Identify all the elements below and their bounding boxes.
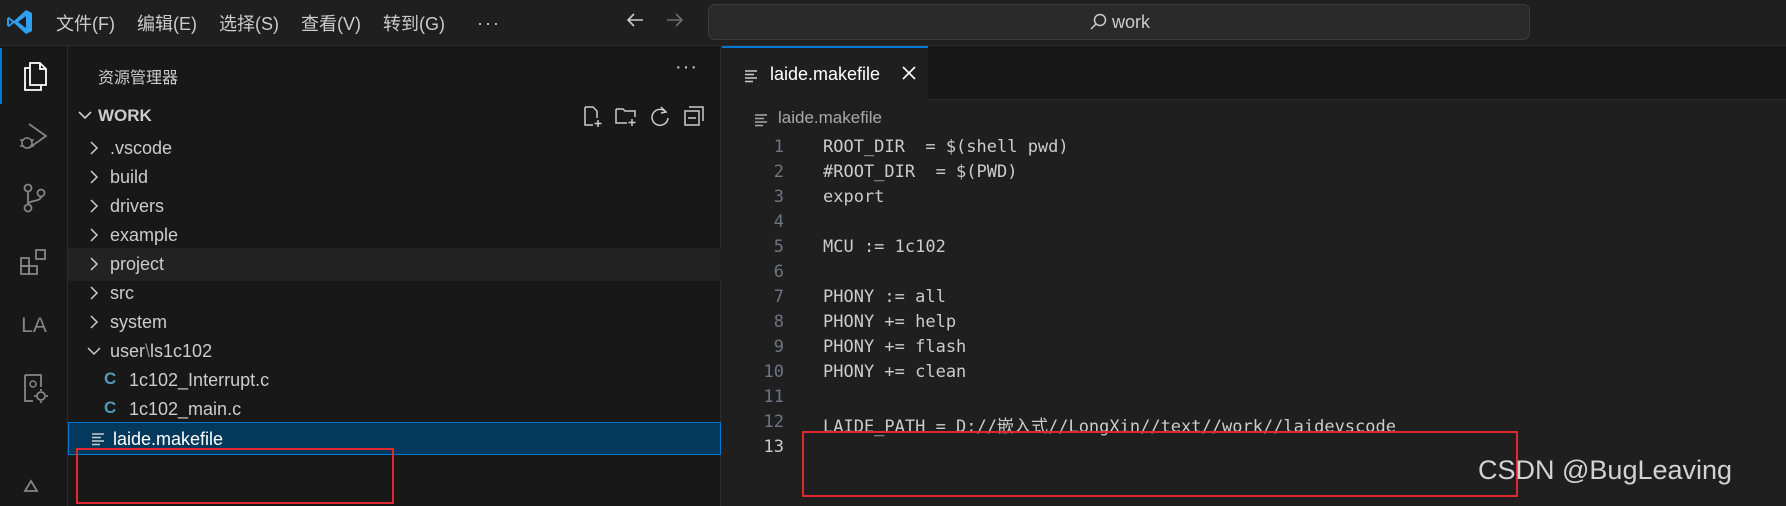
line-content: MCU := 1c102: [823, 237, 946, 257]
menu-edit[interactable]: 编辑(E): [137, 10, 197, 36]
chevron-right-icon: [90, 257, 99, 271]
extensions-icon: [20, 249, 46, 275]
line-number: 7: [773, 287, 784, 307]
tree-item-label: src: [110, 283, 134, 303]
line-number: 8: [773, 312, 784, 332]
command-center-search[interactable]: work: [708, 4, 1530, 40]
line-number: 10: [763, 362, 784, 382]
tree-item-label: project: [110, 254, 165, 274]
line-number: 6: [773, 262, 784, 282]
menu-view[interactable]: 查看(V): [301, 10, 361, 36]
tree-item-label: drivers: [110, 196, 165, 216]
activity-bar: LA: [0, 46, 68, 506]
line-content: PHONY += flash: [823, 337, 967, 357]
line-content: PHONY += help: [823, 312, 957, 332]
refresh-icon[interactable]: [648, 104, 672, 128]
explorer-sidebar: 资源管理器 ··· WORK .vscode build drivers exa…: [68, 46, 721, 506]
command-center-text: work: [1111, 11, 1150, 32]
makefile-icon: [745, 70, 757, 83]
makefile-icon: [755, 114, 767, 127]
tree-item-label: example: [110, 225, 179, 245]
makefile-icon: [92, 433, 104, 446]
line-number: 1: [773, 137, 784, 157]
watermark-text: CSDN @BugLeaving: [1478, 455, 1733, 485]
explorer-icon: [24, 62, 47, 91]
annotation-box-laide-path: [802, 431, 1518, 497]
line-number: 2: [773, 162, 784, 182]
line-content: #ROOT_DIR = $(PWD): [823, 162, 1018, 182]
tree-item-label: build: [110, 167, 149, 187]
tree-item-label: user\ls1c102: [110, 341, 212, 362]
activity-explorer[interactable]: [0, 48, 68, 104]
activity-run-debug[interactable]: [0, 108, 68, 164]
menu-selection[interactable]: 选择(S): [219, 10, 279, 36]
line-number: 5: [773, 237, 784, 257]
activity-remote-debug[interactable]: [0, 360, 68, 416]
collapse-all-icon[interactable]: [682, 104, 706, 128]
remote-debug-icon: [24, 374, 48, 403]
line-number: 3: [773, 187, 784, 207]
menu-file[interactable]: 文件(F): [56, 10, 115, 36]
activity-la[interactable]: LA: [0, 298, 68, 354]
activity-extensions[interactable]: [0, 234, 68, 290]
breadcrumb[interactable]: laide.makefile: [722, 100, 1786, 134]
line-content: ROOT_DIR = $(shell pwd): [823, 137, 1069, 157]
tree-item-label: 1c102_Interrupt.c: [129, 370, 270, 390]
chevron-right-icon: [90, 315, 99, 329]
line-content: PHONY := all: [823, 287, 946, 307]
chevron-right-icon: [90, 141, 99, 155]
menu-bar: 文件(F) 编辑(E) 选择(S) 查看(V) 转到(G) ···: [56, 0, 501, 46]
vscode-logo-icon[interactable]: [6, 8, 34, 36]
line-number: 9: [773, 337, 784, 357]
menu-more-icon[interactable]: ···: [477, 13, 501, 34]
line-number: 11: [763, 387, 784, 407]
chevron-right-icon: [90, 199, 99, 213]
editor-tabs: laide.makefile: [722, 46, 1786, 100]
line-number: 4: [773, 212, 784, 232]
explorer-more-icon[interactable]: ···: [675, 56, 698, 79]
activity-more[interactable]: [0, 450, 68, 506]
explorer-title: 资源管理器: [98, 70, 179, 87]
line-content: PHONY += clean: [823, 362, 967, 382]
tab-laide-makefile[interactable]: laide.makefile: [722, 46, 928, 100]
activity-source-control[interactable]: [0, 170, 68, 226]
arrow-right-icon[interactable]: [664, 9, 686, 31]
new-folder-icon[interactable]: [614, 104, 638, 128]
source-control-icon: [23, 183, 46, 213]
folder-name-user: user: [110, 341, 146, 361]
extension-partial-icon: [23, 479, 39, 492]
workspace-header[interactable]: WORK: [68, 100, 721, 130]
new-file-icon[interactable]: [580, 104, 604, 128]
la-extension-icon: LA: [21, 314, 47, 337]
c-file-icon: C: [104, 398, 117, 417]
chevron-right-icon: [90, 228, 99, 242]
chevron-down-icon: [87, 347, 101, 356]
arrow-left-icon[interactable]: [624, 9, 646, 31]
workspace-actions: [580, 104, 716, 128]
tree-item-label: laide.makefile: [113, 429, 224, 449]
chevron-right-icon: [90, 170, 99, 184]
line-content: export: [823, 187, 885, 207]
run-debug-icon: [20, 123, 48, 149]
annotation-box-makefile: [76, 448, 394, 504]
chevron-down-icon: [78, 111, 92, 120]
c-file-icon: C: [104, 369, 117, 388]
workspace-name: WORK: [98, 106, 152, 125]
tree-item-label: system: [110, 312, 168, 332]
tree-item-label: 1c102_main.c: [129, 399, 242, 419]
search-icon: [1090, 13, 1107, 30]
line-number: 12: [763, 412, 784, 432]
breadcrumb-file[interactable]: laide.makefile: [778, 108, 882, 128]
line-number: 13: [763, 437, 784, 457]
tab-label: laide.makefile: [770, 64, 881, 84]
menu-go[interactable]: 转到(G): [383, 10, 445, 36]
close-icon[interactable]: [900, 64, 918, 82]
tree-item-label: .vscode: [110, 138, 173, 158]
folder-name-ls1c102: ls1c102: [150, 341, 213, 361]
title-bar: 文件(F) 编辑(E) 选择(S) 查看(V) 转到(G) ··· work: [0, 0, 1786, 46]
chevron-right-icon: [90, 286, 99, 300]
